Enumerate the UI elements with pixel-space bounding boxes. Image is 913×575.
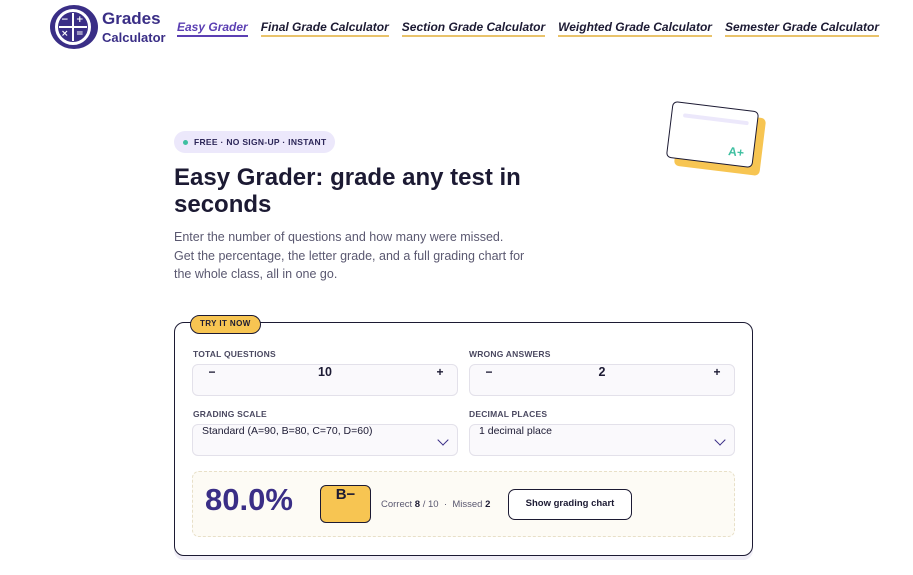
summary-separator: · bbox=[443, 499, 448, 510]
result-percentage: 80.0% bbox=[205, 482, 293, 517]
calculator-logo-icon: − + × = bbox=[50, 5, 98, 49]
status-dot-icon bbox=[183, 139, 188, 145]
wrong-answers-decrement-button[interactable]: − bbox=[474, 365, 504, 395]
chevron-down-icon bbox=[714, 434, 726, 446]
total-questions-decrement-button[interactable]: − bbox=[197, 365, 227, 395]
nav-link-easy-grader[interactable]: Easy Grader bbox=[177, 20, 248, 37]
feature-badge-label: FREE · NO SIGN-UP · INSTANT bbox=[194, 137, 327, 147]
result-letter-grade: B− bbox=[320, 485, 371, 523]
total-questions-input[interactable]: 10 bbox=[233, 365, 417, 379]
wrong-answers-label: WRONG ANSWERS bbox=[469, 349, 551, 359]
main-nav: Easy Grader Final Grade Calculator Secti… bbox=[177, 20, 892, 37]
decimal-places-value: 1 decimal place bbox=[479, 425, 552, 437]
report-card-icon: A+ bbox=[665, 100, 760, 169]
nav-link-weighted-grade-calculator[interactable]: Weighted Grade Calculator bbox=[558, 20, 712, 37]
chevron-down-icon bbox=[437, 434, 449, 446]
nav-link-semester-grade-calculator[interactable]: Semester Grade Calculator bbox=[724, 20, 880, 37]
show-grading-chart-button[interactable]: Show grading chart bbox=[508, 489, 632, 520]
wrong-answers-stepper: − 2 + bbox=[469, 364, 735, 396]
nav-link-section-grade-calculator[interactable]: Section Grade Calculator bbox=[401, 20, 546, 37]
total-questions-label: TOTAL QUESTIONS bbox=[193, 349, 276, 359]
result-summary: Correct 8 / 10 · Missed 2 bbox=[381, 499, 490, 510]
feature-badge: FREE · NO SIGN-UP · INSTANT bbox=[174, 131, 336, 153]
try-it-now-tag: TRY IT NOW bbox=[190, 315, 261, 334]
site-logo[interactable]: − + × = Grades Calculator bbox=[50, 5, 166, 49]
decimal-places-label: DECIMAL PLACES bbox=[469, 409, 548, 419]
wrong-answers-input[interactable]: 2 bbox=[510, 365, 694, 379]
report-card-grade: A+ bbox=[727, 144, 745, 160]
logo-subtitle: Calculator bbox=[102, 30, 166, 45]
grading-scale-value: Standard (A=90, B=80, C=70, D=60) bbox=[202, 425, 373, 437]
logo-title: Grades bbox=[102, 9, 161, 28]
wrong-answers-increment-button[interactable]: + bbox=[702, 365, 732, 395]
page-title: Easy Grader: grade any test in seconds bbox=[174, 164, 521, 218]
total-questions-increment-button[interactable]: + bbox=[425, 365, 455, 395]
correct-label: Correct bbox=[381, 499, 413, 510]
decimal-places-select[interactable]: 1 decimal place bbox=[469, 424, 735, 456]
page-intro: Enter the number of questions and how ma… bbox=[174, 230, 525, 281]
site-header: − + × = Grades Calculator Easy Grader Fi… bbox=[0, 0, 913, 56]
missed-count: 2 bbox=[485, 499, 491, 510]
missed-label: Missed bbox=[452, 499, 483, 510]
grading-scale-select[interactable]: Standard (A=90, B=80, C=70, D=60) bbox=[192, 424, 458, 456]
total-questions-stepper: − 10 + bbox=[192, 364, 458, 396]
total-count: / 10 bbox=[422, 499, 439, 510]
correct-count: 8 bbox=[414, 499, 421, 510]
nav-link-final-grade-calculator[interactable]: Final Grade Calculator bbox=[260, 20, 389, 37]
grading-scale-label: GRADING SCALE bbox=[193, 409, 267, 419]
